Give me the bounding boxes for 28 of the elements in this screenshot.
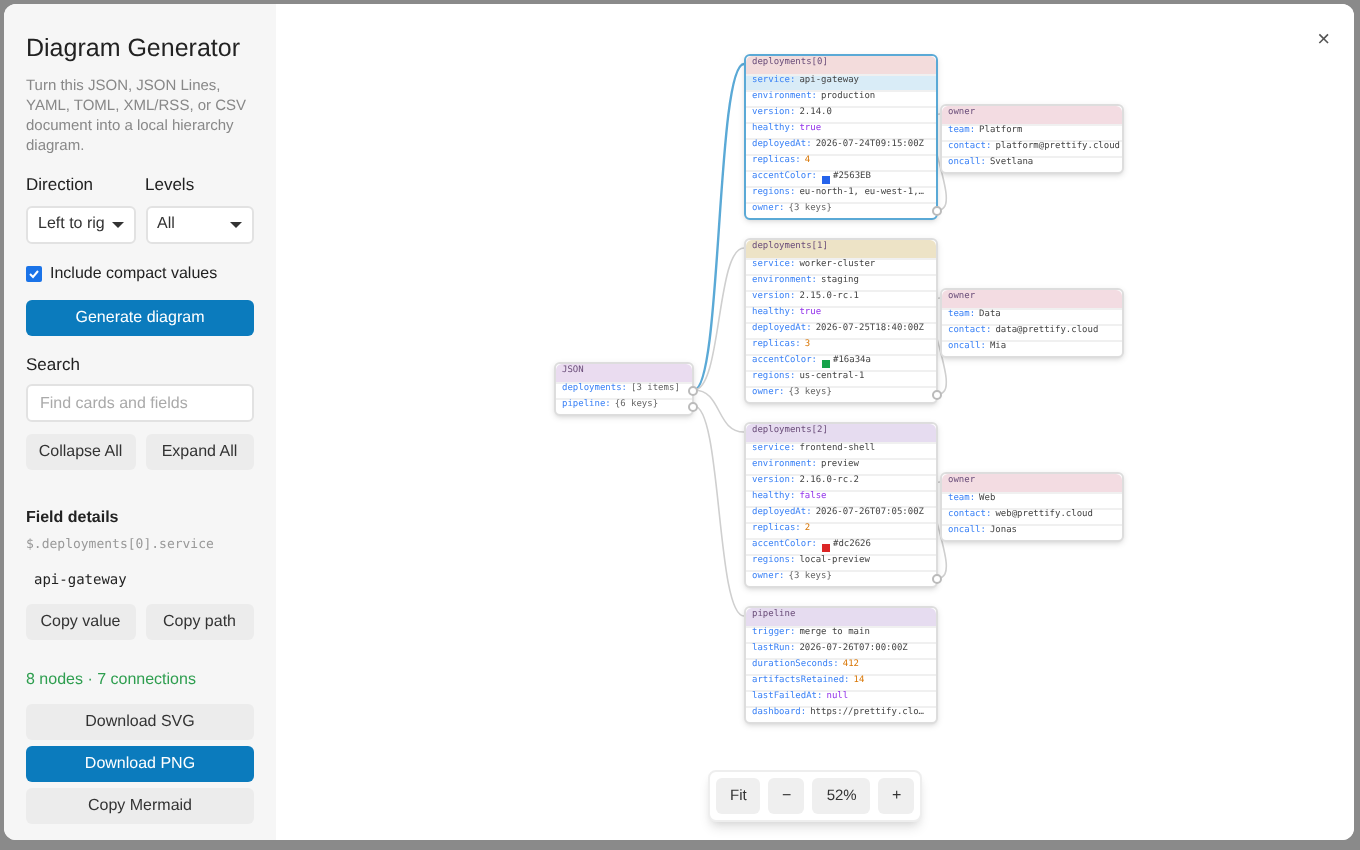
secondary-button[interactable]: Download SVG bbox=[26, 704, 254, 740]
select-field[interactable]: All bbox=[145, 205, 254, 243]
field-label: Direction bbox=[26, 171, 96, 197]
field-label: Levels bbox=[145, 171, 197, 197]
stats-text: 8 nodes · 7 connections bbox=[26, 668, 198, 692]
primary-button[interactable]: Download PNG bbox=[26, 746, 254, 782]
checkbox[interactable] bbox=[26, 265, 42, 281]
secondary-button[interactable]: Copy value bbox=[26, 603, 135, 639]
zoom-in-button[interactable]: + bbox=[878, 778, 915, 814]
select-field[interactable]: Left to rig bbox=[26, 205, 135, 243]
port-handle[interactable] bbox=[932, 390, 942, 400]
close-button[interactable]: × bbox=[1317, 24, 1330, 57]
primary-button[interactable]: Generate diagram bbox=[26, 299, 254, 335]
caret-icon bbox=[230, 221, 242, 227]
field-label: Search bbox=[26, 351, 82, 377]
zoom-out-button[interactable]: − bbox=[768, 778, 805, 814]
port-handle[interactable] bbox=[932, 206, 942, 216]
secondary-button[interactable]: Copy path bbox=[145, 603, 254, 639]
caret-icon bbox=[111, 221, 123, 227]
port-handle[interactable] bbox=[932, 574, 942, 584]
secondary-button[interactable]: Expand All bbox=[145, 434, 254, 471]
secondary-button[interactable]: Copy Mermaid bbox=[26, 788, 254, 824]
sidebar-title: Diagram Generator bbox=[26, 32, 242, 66]
search-field[interactable]: Find cards and fields bbox=[26, 384, 254, 423]
checkbox-label: Include compact values bbox=[50, 261, 218, 285]
diagram-card[interactable] bbox=[744, 54, 938, 220]
section-title: Field details bbox=[26, 506, 121, 531]
secondary-button[interactable]: Collapse All bbox=[26, 434, 135, 471]
